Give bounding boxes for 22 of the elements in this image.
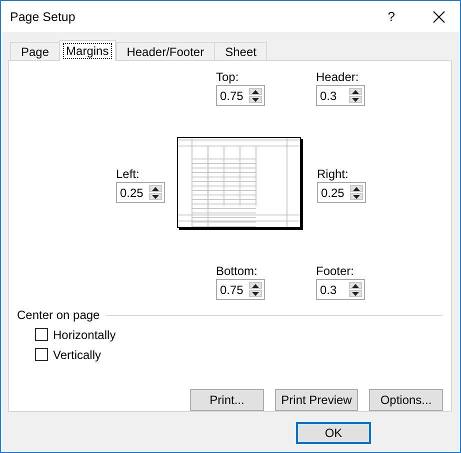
group-title: Center on page xyxy=(17,308,100,322)
help-button[interactable]: ? xyxy=(388,9,395,24)
checkbox-label: Vertically xyxy=(53,348,102,362)
close-icon[interactable] xyxy=(433,10,445,22)
window-title: Page Setup xyxy=(10,10,76,24)
dialog-button[interactable]: Print... xyxy=(190,389,264,411)
field-label: Right: xyxy=(317,167,350,182)
tab[interactable]: Page xyxy=(10,42,60,60)
tab[interactable]: Header/Footer xyxy=(116,42,216,60)
field-label: Footer: xyxy=(316,264,356,279)
tab[interactable]: Sheet xyxy=(214,42,268,60)
ok-button[interactable]: OK xyxy=(296,422,371,444)
checkbox[interactable] xyxy=(35,328,48,341)
field-label: Header: xyxy=(316,70,360,85)
dialog-button[interactable]: Print Preview xyxy=(275,389,358,411)
field-label: Left: xyxy=(116,167,140,182)
tab[interactable]: Margins xyxy=(59,40,116,61)
checkbox-label: Horizontally xyxy=(53,328,116,342)
dialog-button[interactable]: Options... xyxy=(369,389,443,411)
field-label: Bottom: xyxy=(216,264,258,279)
field-label: Top: xyxy=(216,70,240,85)
checkbox[interactable] xyxy=(35,348,48,361)
